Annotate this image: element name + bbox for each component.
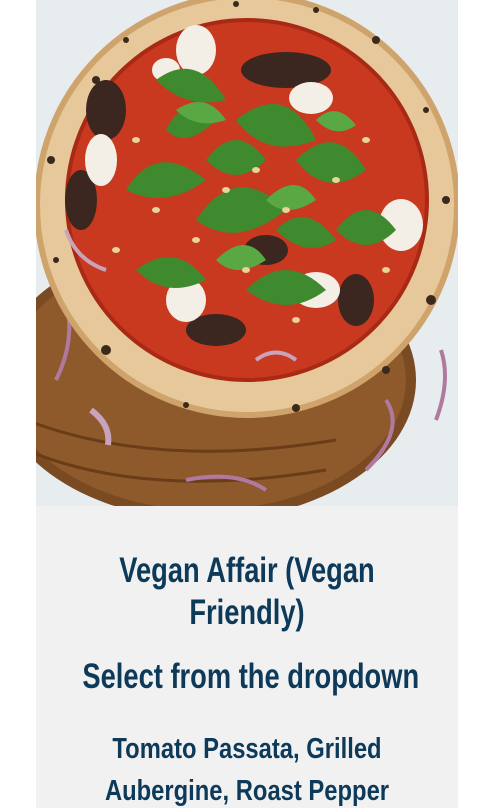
product-image	[36, 0, 458, 506]
product-card[interactable]: Vegan Affair (Vegan Friendly) Select fro…	[36, 0, 458, 808]
select-prompt: Select from the dropdown	[82, 657, 420, 696]
page: Vegan Affair (Vegan Friendly) Select fro…	[0, 0, 495, 808]
pizza-illustration	[36, 0, 458, 506]
product-info: Vegan Affair (Vegan Friendly) Select fro…	[36, 550, 458, 808]
product-title: Vegan Affair (Vegan Friendly)	[119, 551, 375, 632]
ingredients-list: Tomato Passata, Grilled Aubergine, Roast…	[104, 733, 390, 807]
